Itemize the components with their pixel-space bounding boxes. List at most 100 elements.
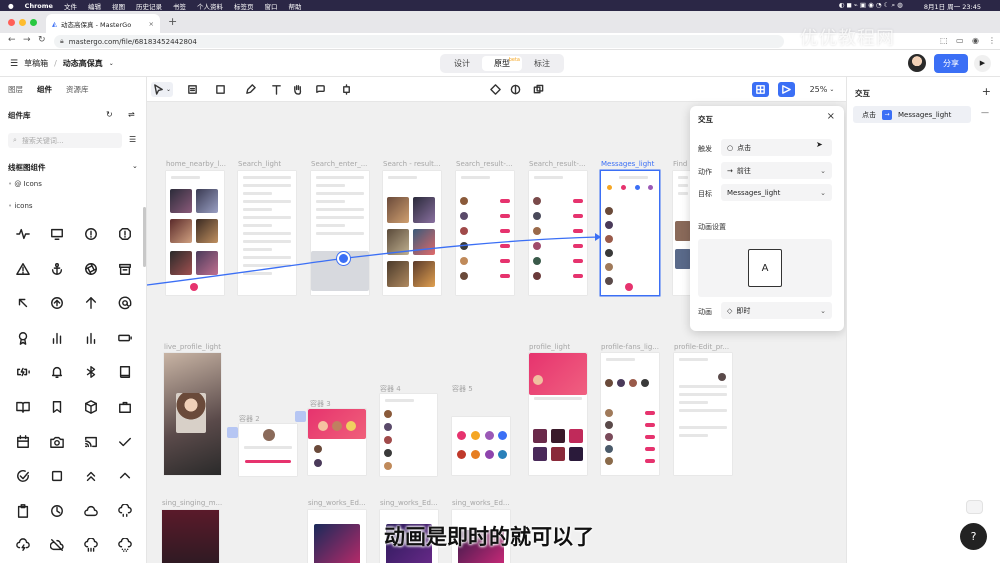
activity-icon[interactable]	[6, 224, 40, 244]
frame-profile-edit[interactable]	[674, 353, 732, 475]
calendar-icon[interactable]	[6, 432, 40, 452]
sidebar-icon[interactable]: ▭	[956, 36, 964, 45]
add-interaction-icon[interactable]: +	[982, 85, 991, 98]
box-icon[interactable]	[74, 397, 108, 417]
menu-history[interactable]: 历史记录	[136, 1, 162, 11]
menu-edit[interactable]: 编辑	[88, 1, 101, 11]
frame-label[interactable]: sing_works_Ed...	[452, 499, 510, 507]
menu-tabs[interactable]: 标签页	[234, 1, 254, 11]
frame-label[interactable]: sing_singing_m...	[162, 499, 222, 507]
target-select[interactable]: Messages_light ⌄	[721, 184, 832, 201]
menu-profile[interactable]: 个人资料	[197, 1, 223, 11]
bar-chart-2-icon[interactable]	[74, 328, 108, 348]
close-tab-icon[interactable]: ×	[149, 20, 154, 28]
cloud-off-icon[interactable]	[40, 535, 74, 555]
tab-components[interactable]: 组件	[37, 84, 52, 95]
apple-icon[interactable]: ●	[8, 2, 14, 10]
avatar[interactable]	[908, 54, 926, 72]
alert-octagon-icon[interactable]	[108, 224, 142, 244]
frame-label[interactable]: live_profile_light	[164, 343, 221, 351]
arrow-up-icon[interactable]	[74, 293, 108, 313]
move-tool-button[interactable]: ⌄	[151, 82, 173, 97]
play-icon[interactable]: ▶	[974, 55, 991, 72]
tab-prototype[interactable]: 原型 beta	[482, 56, 522, 71]
pen-tool-button[interactable]	[241, 82, 259, 97]
browser-tab[interactable]: ◭ 动态高保真 - MasterGo ×	[46, 14, 160, 33]
bluetooth-icon[interactable]	[74, 362, 108, 382]
action-select[interactable]: → 前往 ⌄	[721, 162, 832, 179]
profile-icon[interactable]: ◉	[972, 36, 979, 45]
archive-icon[interactable]	[108, 259, 142, 279]
anchor-icon[interactable]	[40, 259, 74, 279]
frame-label[interactable]: 容器 4	[380, 384, 401, 394]
cloud-rain-icon[interactable]	[74, 535, 108, 555]
book-open-icon[interactable]	[6, 397, 40, 417]
settings-sliders-icon[interactable]: ⇌	[128, 110, 135, 119]
frame-sing-singing[interactable]	[162, 510, 219, 563]
briefcase-icon[interactable]	[108, 397, 142, 417]
mask-tool-button[interactable]	[508, 82, 522, 97]
status-icons[interactable]: ◐ ◼ ⌁ ▣ ◉ ◔ ☾ ⌕ ◍	[839, 1, 903, 10]
container-badge[interactable]	[295, 411, 306, 422]
url-field[interactable]: 🔒︎ mastergo.com/file/68183452442804	[54, 35, 784, 48]
container-badge[interactable]	[227, 427, 238, 438]
cast-screen-icon[interactable]	[74, 432, 108, 452]
comment-tool-button[interactable]	[311, 82, 329, 97]
more-options-icon[interactable]: —	[981, 108, 989, 117]
cloud-snow-icon[interactable]	[108, 535, 142, 555]
frame-label[interactable]: sing_works_Ed...	[308, 499, 366, 507]
aperture-icon[interactable]	[74, 259, 108, 279]
frame-label[interactable]: 容器 5	[452, 384, 473, 394]
close-icon[interactable]: ×	[827, 111, 835, 122]
frame-live-profile[interactable]	[164, 353, 221, 475]
zoom-window-button[interactable]	[30, 19, 37, 26]
reload-icon[interactable]: ↻	[38, 35, 46, 45]
kebab-menu-icon[interactable]: ⋮	[988, 36, 996, 45]
chevron-up-icon[interactable]	[108, 466, 142, 486]
menu-icon[interactable]: ☰	[10, 59, 18, 69]
clock-icon[interactable]	[40, 501, 74, 521]
zoom-dropdown[interactable]: 25% ⌄	[807, 82, 837, 97]
search-input[interactable]: ⌕ 搜索关键词...	[8, 133, 122, 148]
tab-design[interactable]: 设计	[442, 56, 482, 71]
chevrons-up-icon[interactable]	[74, 466, 108, 486]
menu-help[interactable]: 帮助	[288, 1, 301, 11]
prototype-frame-button[interactable]	[752, 82, 769, 97]
frame-label[interactable]: 容器 2	[239, 414, 260, 424]
lock-icon[interactable]: 🔒︎	[60, 37, 64, 46]
bell-icon[interactable]	[40, 362, 74, 382]
frame-messages-light[interactable]	[601, 171, 659, 295]
battery-icon[interactable]	[108, 328, 142, 348]
tree-item-icons-group[interactable]: • @ Icons	[8, 180, 42, 188]
bar-chart-icon[interactable]	[40, 328, 74, 348]
new-tab-icon[interactable]: +	[168, 15, 177, 28]
breadcrumb-file[interactable]: 动态高保真	[63, 58, 103, 69]
hand-tool-button[interactable]	[290, 82, 304, 97]
arrow-up-left-icon[interactable]	[6, 293, 40, 313]
clipboard-icon[interactable]	[6, 501, 40, 521]
battery-charging-icon[interactable]	[6, 362, 40, 382]
square-icon[interactable]	[40, 466, 74, 486]
plugin-tool-button[interactable]	[339, 82, 353, 97]
group-title[interactable]: 线框图组件	[8, 162, 46, 173]
forward-icon[interactable]: →	[23, 35, 31, 45]
tab-layers[interactable]: 图层	[8, 84, 23, 95]
arrow-up-circle-icon[interactable]	[40, 293, 74, 313]
frame-profile-fans[interactable]	[601, 353, 659, 475]
minimize-window-button[interactable]	[19, 19, 26, 26]
frame-profile-light[interactable]	[529, 353, 587, 475]
frame-label[interactable]: Search - result...	[383, 160, 441, 168]
frame-sing-works-1[interactable]	[308, 510, 366, 563]
frame-label[interactable]: Search_enter_...	[311, 160, 367, 168]
frame-label-selected[interactable]: Messages_light	[601, 160, 654, 168]
chevron-down-icon[interactable]: ⌄	[109, 60, 114, 67]
frame-label[interactable]: home_nearby_l...	[166, 160, 226, 168]
component-tool-button[interactable]	[488, 82, 502, 97]
frame-label[interactable]: 容器 3	[310, 399, 331, 409]
animation-select[interactable]: ◇ 即时 ⌄	[721, 302, 832, 319]
frame-label[interactable]: profile-fans_lig...	[601, 343, 659, 351]
cloud-icon[interactable]	[74, 501, 108, 521]
menu-app-name[interactable]: Chrome	[25, 2, 53, 10]
menu-bookmarks[interactable]: 书签	[173, 1, 186, 11]
back-icon[interactable]: ←	[8, 35, 16, 45]
